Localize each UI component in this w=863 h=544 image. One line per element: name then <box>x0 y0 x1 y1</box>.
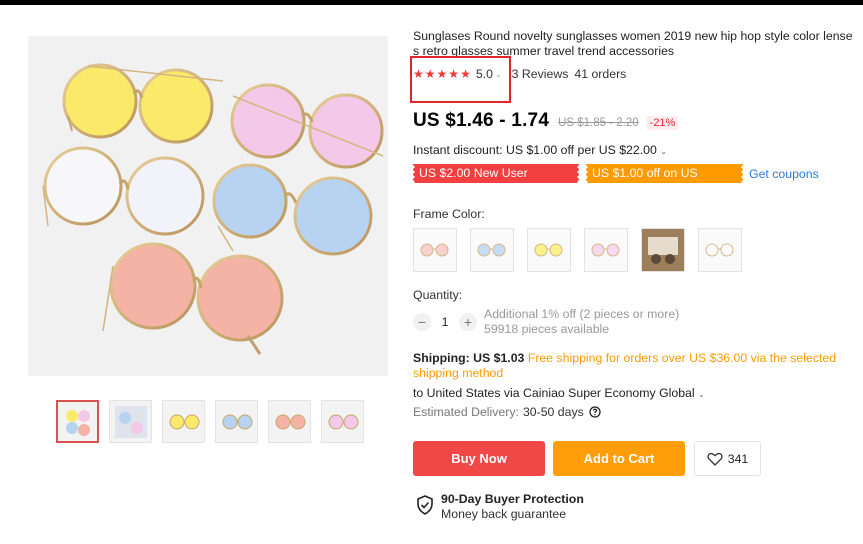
top-bar <box>0 0 863 5</box>
discount-badge: -21% <box>646 116 679 130</box>
thumbnail-image <box>328 414 358 429</box>
price-row: US $1.46 - 1.74 US $1.85 - 2.20 -21% <box>413 110 679 132</box>
color-option-yellow[interactable] <box>527 228 571 272</box>
thumbnail-image <box>169 414 199 429</box>
thumbnail-image <box>275 414 305 429</box>
thumbnail-2[interactable] <box>109 400 152 443</box>
ship-to-selector[interactable]: to United States via Cainiao Super Econo… <box>413 386 705 400</box>
product-title: Sunglases Round novelty sunglasses women… <box>413 29 853 58</box>
protection-title: 90-Day Buyer Protection <box>441 492 584 506</box>
instant-discount-text: Instant discount: US $1.00 off per US $2… <box>413 143 657 157</box>
chevron-down-icon: ⌄ <box>660 147 667 156</box>
glasses-icon <box>477 243 506 257</box>
protection-subtitle: Money back guarantee <box>441 507 567 521</box>
get-coupons-link[interactable]: Get coupons <box>749 167 819 181</box>
orders-count: 41 orders <box>574 67 627 81</box>
wishlist-count: 341 <box>727 451 749 466</box>
bulk-discount-text: Additional 1% off (2 pieces or more) <box>484 307 680 321</box>
store-coupon[interactable]: US $1.00 off on US $66.00 <box>584 164 745 199</box>
delivery-label: Estimated Delivery: <box>413 405 519 419</box>
new-user-coupon[interactable]: US $2.00 New User Coupon <box>411 164 581 199</box>
shipping-info: Shipping: US $1.03 Free shipping for ord… <box>413 351 853 381</box>
thumbnail-1[interactable] <box>56 400 99 443</box>
help-icon[interactable] <box>589 406 601 418</box>
color-option-clear[interactable] <box>698 228 742 272</box>
rating-highlight-box <box>410 56 511 103</box>
decrease-button[interactable]: − <box>413 313 431 331</box>
shipping-price: US $1.03 <box>473 351 525 365</box>
add-to-cart-button[interactable]: Add to Cart <box>553 441 685 476</box>
coupon-row: US $2.00 New User Coupon US $1.00 off on… <box>411 164 819 199</box>
quantity-input[interactable] <box>431 313 459 331</box>
glasses-icon <box>705 243 734 257</box>
chevron-down-icon: ⌄ <box>698 390 705 399</box>
thumbnail-image <box>65 409 90 436</box>
thumbnail-image <box>222 414 252 429</box>
yellow-sunglasses <box>62 63 224 144</box>
heart-icon <box>707 452 723 466</box>
stock-available-text: 59918 pieces available <box>484 322 610 336</box>
quantity-label: Quantity: <box>413 288 463 302</box>
color-option-pink[interactable] <box>413 228 457 272</box>
glasses-icon <box>420 243 449 257</box>
quantity-info: Additional 1% off (2 pieces or more) 599… <box>484 307 679 337</box>
shipping-label: Shipping: <box>413 351 470 365</box>
increase-button[interactable]: + <box>459 313 477 331</box>
delivery-days: 30-50 days <box>522 405 584 419</box>
main-product-image[interactable] <box>28 36 388 376</box>
color-option-light-pink[interactable] <box>584 228 628 272</box>
current-price: US $1.46 - 1.74 <box>413 110 550 131</box>
thumbnail-6[interactable] <box>321 400 364 443</box>
original-price: US $1.85 - 2.20 <box>558 117 639 129</box>
thumbnail-strip <box>56 400 364 443</box>
thumbnail-image <box>114 405 147 438</box>
color-option-photo[interactable] <box>641 228 685 272</box>
reviews-link[interactable]: 3 Reviews <box>512 67 569 81</box>
instant-discount[interactable]: Instant discount: US $1.00 off per US $2… <box>413 143 667 157</box>
color-option-blue[interactable] <box>470 228 514 272</box>
thumbnail-5[interactable] <box>268 400 311 443</box>
wishlist-button[interactable]: 341 <box>694 441 761 476</box>
thumbnail-3[interactable] <box>162 400 205 443</box>
product-photo-icon <box>642 229 684 271</box>
sunglasses-illustration <box>42 63 384 355</box>
buy-now-button[interactable]: Buy Now <box>413 441 545 476</box>
buyer-protection: 90-Day Buyer Protection Money back guara… <box>416 492 584 522</box>
quantity-stepper: − + <box>413 313 477 331</box>
peach-sunglasses <box>102 242 284 355</box>
thumbnail-4[interactable] <box>215 400 258 443</box>
estimated-delivery: Estimated Delivery: 30-50 days <box>413 405 601 419</box>
frame-color-label: Frame Color: <box>413 207 485 221</box>
blue-sunglasses <box>212 163 373 256</box>
shield-check-icon <box>416 495 434 515</box>
glasses-icon <box>591 243 620 257</box>
clear-sunglasses <box>42 146 205 236</box>
protection-text: 90-Day Buyer Protection Money back guara… <box>441 492 584 522</box>
ship-to-text: to United States via Cainiao Super Econo… <box>413 386 695 400</box>
frame-color-options <box>413 228 742 272</box>
pink-sunglasses <box>230 83 384 169</box>
glasses-icon <box>534 243 563 257</box>
